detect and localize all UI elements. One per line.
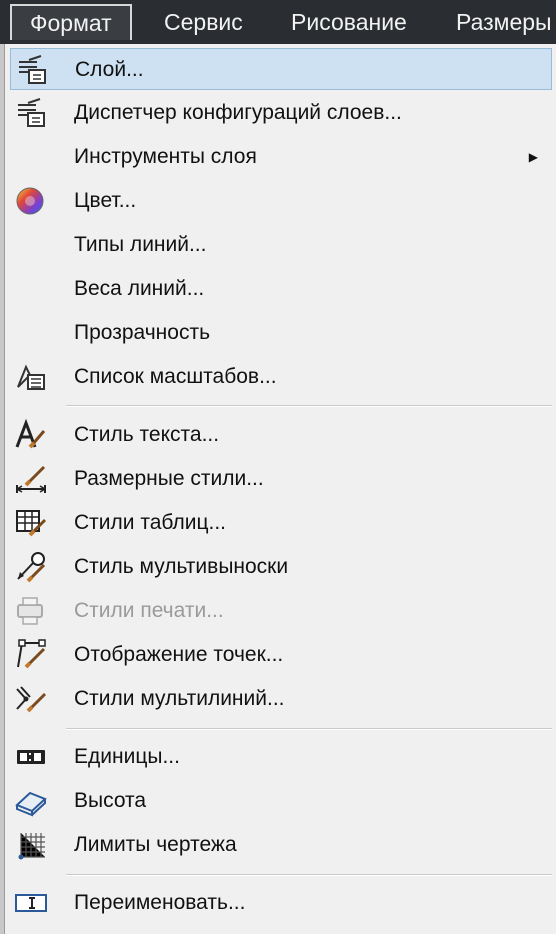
menu-item-label: Стили мультилиний... [74,687,285,710]
menu-item-thickness[interactable]: Высота [10,780,552,822]
text-style-icon [15,419,46,449]
menu-item-color[interactable]: Цвет... [10,180,552,222]
menu-item-label: Стиль текста... [74,423,220,446]
menubar-format[interactable]: Формат [10,4,132,40]
menu-item-label: Лимиты чертежа [74,833,237,856]
menu-item-units[interactable]: Единицы... [10,736,552,778]
submenu-arrow-icon: ▶ [528,150,538,164]
menu-item-label: Список масштабов... [74,365,277,388]
menu-item-label: Диспетчер конфигураций слоев... [74,101,402,124]
menu-bar: Формат Сервис Рисование Размеры [0,0,556,45]
menu-item-multiline-style[interactable]: Стили мультилиний... [10,678,552,720]
menubar-dimension[interactable]: Размеры [456,4,552,40]
menu-item-scale-list[interactable]: Список масштабов... [10,356,552,398]
layer-states-icon [18,98,45,127]
menu-item-multileader-style[interactable]: Стиль мультивыноски [10,546,552,588]
menubar-draw[interactable]: Рисование [291,4,407,40]
thickness-icon [15,791,47,817]
menu-item-layer-tools[interactable]: Инструменты слоя ▶ [10,136,552,178]
menu-item-label: Стиль мультивыноски [74,555,289,578]
menu-item-layer-states-manager[interactable]: Диспетчер конфигураций слоев... [10,92,552,134]
multileader-style-icon [17,552,46,583]
menu-item-linetypes[interactable]: Типы линий... [10,224,552,266]
menu-item-text-style[interactable]: Стиль текста... [10,414,552,456]
menu-item-label: Размерные стили... [74,467,264,490]
layer-icon [19,55,46,84]
menu-item-label: Единицы... [74,745,180,768]
menu-item-point-style[interactable]: Отображение точек... [10,634,552,676]
rename-icon [15,894,47,912]
menu-separator [66,728,552,730]
units-icon [17,750,45,764]
menu-item-label: Высота [74,789,147,812]
menu-item-label: Слой... [75,58,144,81]
menu-item-label: Инструменты слоя [74,145,257,168]
menu-item-label: Отображение точек... [74,643,284,666]
menu-item-plot-style: Стили печати... [10,590,552,632]
plot-style-icon [17,597,43,625]
menu-item-transparency[interactable]: Прозрачность [10,312,552,354]
multiline-style-icon [16,686,47,713]
menu-item-label: Переименовать... [74,891,246,914]
menu-item-label: Цвет... [74,189,137,212]
menu-separator [66,405,552,407]
menu-item-label: Прозрачность [74,321,211,344]
menu-item-lineweights[interactable]: Веса линий... [10,268,552,310]
menu-item-label: Стили таблиц... [74,511,226,534]
menu-item-rename[interactable]: Переименовать... [10,882,552,924]
menu-item-label: Стили печати... [74,599,224,622]
menu-item-layer[interactable]: Слой... [10,48,552,90]
table-style-icon [16,510,47,537]
menu-separator [66,874,552,876]
point-style-icon [17,639,46,669]
menu-item-label: Веса линий... [74,277,205,300]
scale-list-icon [17,364,45,390]
dimension-style-icon [16,465,46,493]
menu-item-drawing-limits[interactable]: Лимиты чертежа [10,824,552,866]
drawing-limits-icon [18,833,45,860]
menubar-tools[interactable]: Сервис [164,4,243,40]
menu-item-label: Типы линий... [74,233,207,256]
menu-item-dimension-style[interactable]: Размерные стили... [10,458,552,500]
color-wheel-icon [16,187,44,215]
menu-item-table-style[interactable]: Стили таблиц... [10,502,552,544]
